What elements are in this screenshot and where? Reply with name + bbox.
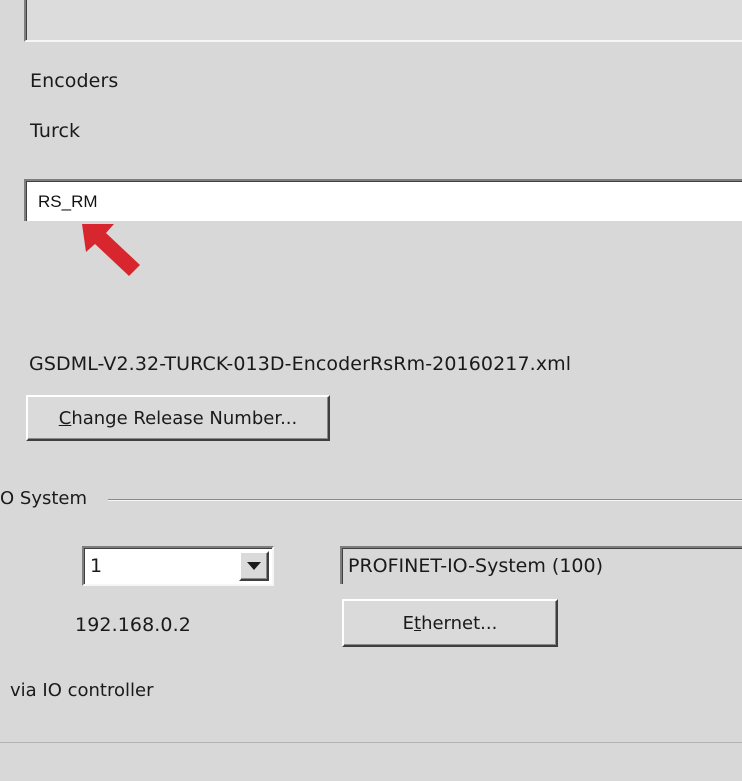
device-name-value: RS_RM [38,192,98,211]
ethernet-button[interactable]: Ethernet... [342,599,558,647]
io-system-group-title: O System [0,488,88,509]
bottom-panel [0,742,742,781]
red-arrow-annotation-icon [82,224,140,276]
vendor-label: Turck [30,120,81,142]
change-release-number-button[interactable]: Change Release Number... [26,395,330,441]
ip-address-label: 192.168.0.2 [75,614,191,636]
chevron-down-icon [247,562,261,570]
device-name-input[interactable]: RS_RM [24,179,742,221]
io-system-field: PROFINET-IO-System (100) [340,546,742,584]
change-release-label: Change Release Number... [58,407,298,429]
category-label: Encoders [30,70,119,92]
gsdml-file-label: GSDML-V2.32-TURCK-013D-EncoderRsRm-20160… [29,353,572,375]
io-system-group-divider [108,499,742,501]
device-number-select[interactable]: 1 [82,546,274,586]
io-system-value: PROFINET-IO-System (100) [348,555,604,577]
via-io-controller-label: via IO controller [10,680,154,701]
device-number-value: 1 [90,555,103,577]
dropdown-button[interactable] [239,551,269,581]
description-field[interactable] [24,0,742,42]
ethernet-label: Ethernet... [402,612,498,634]
